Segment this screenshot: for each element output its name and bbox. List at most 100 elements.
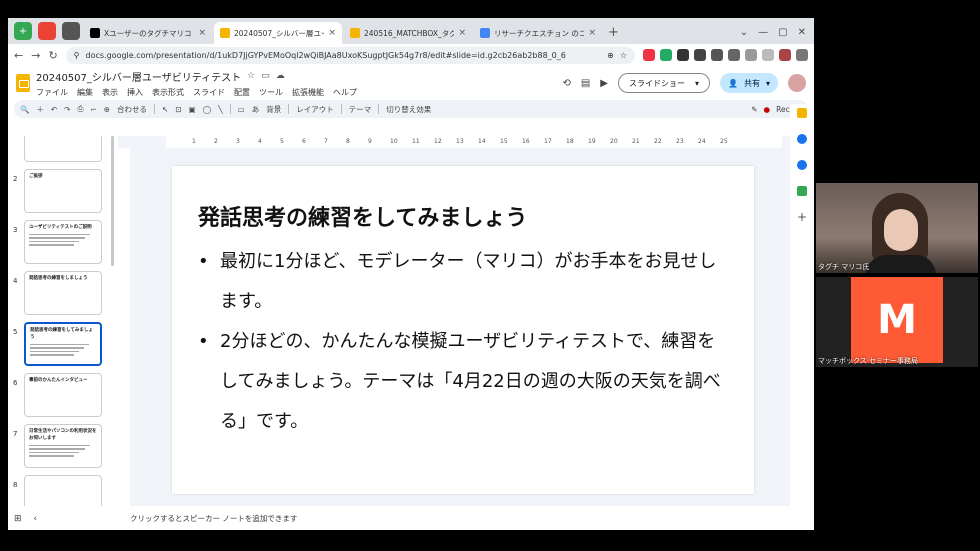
slideshow-button[interactable]: スライドショー ▾ xyxy=(618,73,711,93)
line-icon[interactable]: ╲ xyxy=(218,105,223,114)
pen-icon[interactable]: ✎ xyxy=(751,105,757,114)
undo-icon[interactable]: ↶ xyxy=(51,105,57,114)
maps-icon[interactable] xyxy=(797,186,807,196)
minimize-icon[interactable]: — xyxy=(758,27,768,38)
extension-icon[interactable] xyxy=(728,49,740,61)
menu-extensions[interactable]: 拡張機能 xyxy=(292,87,324,98)
rec-button[interactable]: Rec xyxy=(776,105,790,114)
slide-body[interactable]: 最初に1分ほど、モデレーター（マリコ）がお手本をお見せします。 2分ほどの、かん… xyxy=(198,242,728,442)
comment-icon[interactable]: ▭ xyxy=(238,105,245,114)
participant-video[interactable]: M マッチボックス セミナー事務局 xyxy=(816,277,978,367)
contacts-icon[interactable] xyxy=(797,160,807,170)
transition-button[interactable]: 切り替え効果 xyxy=(386,104,431,115)
speaker-notes[interactable]: クリックするとスピーカー ノートを追加できます xyxy=(118,506,794,530)
print-icon[interactable]: ⎙ xyxy=(77,104,83,114)
layout-button[interactable]: レイアウト xyxy=(296,104,334,115)
slides-logo-icon[interactable] xyxy=(16,74,30,92)
tab-research[interactable]: リサーチクエスチョン のコピー × xyxy=(474,22,602,44)
video-call-icon[interactable]: ▶ xyxy=(600,78,608,89)
site-info-icon[interactable]: ⚲ xyxy=(74,51,80,60)
keep-icon[interactable] xyxy=(797,108,807,118)
slide-thumbnail[interactable]: 事前のかんたんインタビュー xyxy=(24,373,102,417)
redo-icon[interactable]: ↷ xyxy=(64,105,70,114)
filmstrip-scrollbar[interactable] xyxy=(111,136,114,266)
reload-icon[interactable]: ↻ xyxy=(48,49,57,62)
bullet-item[interactable]: 最初に1分ほど、モデレーター（マリコ）がお手本をお見せします。 xyxy=(198,242,728,322)
slide-thumbnail[interactable]: ご挨拶 xyxy=(24,169,102,213)
menu-format[interactable]: 表示形式 xyxy=(152,87,184,98)
avatar[interactable] xyxy=(788,74,806,92)
slide-canvas[interactable]: 発話思考の練習をしてみましょう 最初に1分ほど、モデレーター（マリコ）がお手本を… xyxy=(172,166,754,494)
close-icon[interactable]: × xyxy=(328,28,336,38)
add-addon-icon[interactable]: + xyxy=(797,211,807,223)
new-tab-button[interactable]: + xyxy=(608,25,619,40)
grid-view-icon[interactable]: ⊞ xyxy=(14,514,22,524)
paint-format-icon[interactable]: ⌐ xyxy=(90,105,96,114)
tab-x[interactable]: Xユーザーのタグチマリコ | 日本 × xyxy=(84,22,212,44)
record-icon[interactable]: ● xyxy=(764,105,771,114)
forward-icon[interactable]: → xyxy=(31,49,40,62)
chevron-down-icon[interactable]: ⌄ xyxy=(740,27,748,38)
zoom-select[interactable]: 合わせる xyxy=(117,104,147,115)
close-window-icon[interactable]: ✕ xyxy=(798,27,806,38)
chevron-down-icon[interactable]: ▾ xyxy=(766,79,770,88)
slide-thumbnail[interactable] xyxy=(24,475,102,506)
menu-edit[interactable]: 編集 xyxy=(77,87,93,98)
cloud-status-icon[interactable]: ☁ xyxy=(276,71,285,81)
slide-thumbnail[interactable]: ユーザビリティテストのご説明 xyxy=(24,220,102,264)
bookmark-star-icon[interactable]: ☆ xyxy=(620,51,627,60)
install-icon[interactable]: ⊕ xyxy=(607,51,614,60)
extension-icon[interactable] xyxy=(677,49,689,61)
zoom-icon[interactable]: ⊕ xyxy=(104,105,110,114)
extension-icon[interactable] xyxy=(694,49,706,61)
textbox-icon[interactable]: ⊡ xyxy=(175,105,181,114)
background-button[interactable]: 背景 xyxy=(266,104,281,115)
history-icon[interactable]: ⟲ xyxy=(562,78,570,89)
menu-icon[interactable] xyxy=(796,49,808,61)
star-icon[interactable]: ☆ xyxy=(247,71,255,81)
slide-thumbnail[interactable]: ユーザビリティテスト xyxy=(24,136,102,162)
search-menus-icon[interactable]: 🔍 xyxy=(20,105,29,114)
bullet-item[interactable]: 2分ほどの、かんたんな模擬ユーザビリティテストで、練習をしてみましょう。テーマは… xyxy=(198,322,728,442)
slide-thumbnail[interactable]: 発話思考の練習をしましょう xyxy=(24,271,102,315)
slide-thumbnail[interactable]: 日常生活やパソコンの利用状況をお伺いします xyxy=(24,424,102,468)
theme-button[interactable]: テーマ xyxy=(349,104,372,115)
close-icon[interactable]: × xyxy=(198,28,206,38)
participant-video[interactable]: タグチ マリコ氏 xyxy=(816,183,978,273)
menu-insert[interactable]: 挿入 xyxy=(127,87,143,98)
shape-icon[interactable]: ◯ xyxy=(203,105,211,114)
menu-tools[interactable]: ツール xyxy=(259,87,283,98)
new-slide-icon[interactable]: ＋ xyxy=(36,104,44,115)
pinned-tab-icon[interactable] xyxy=(38,22,56,40)
tab-matchbox[interactable]: 240516_MATCHBOX_タグチ × xyxy=(344,22,472,44)
sidebar-icon[interactable] xyxy=(762,49,774,61)
close-icon[interactable]: × xyxy=(458,28,466,38)
puzzle-icon[interactable] xyxy=(745,49,757,61)
address-bar[interactable]: ⚲ docs.google.com/presentation/d/1ukD7Jj… xyxy=(65,46,635,64)
menu-file[interactable]: ファイル xyxy=(36,87,68,98)
move-folder-icon[interactable]: ▭ xyxy=(261,71,270,81)
menu-slide[interactable]: スライド xyxy=(193,87,225,98)
extension-icon[interactable] xyxy=(660,49,672,61)
back-icon[interactable]: ← xyxy=(14,49,23,62)
tab-slides[interactable]: 20240507_シルバー層ユーザビ × xyxy=(214,22,342,44)
chevron-down-icon[interactable]: ▾ xyxy=(695,79,699,88)
extension-icon[interactable] xyxy=(643,49,655,61)
close-icon[interactable]: × xyxy=(588,28,596,38)
github-pinned-tab-icon[interactable] xyxy=(62,22,80,40)
comments-icon[interactable]: ▤ xyxy=(581,78,590,89)
collapse-icon[interactable]: ‹ xyxy=(34,514,38,524)
profile-icon[interactable] xyxy=(779,49,791,61)
menu-view[interactable]: 表示 xyxy=(102,87,118,98)
share-button[interactable]: 👤 共有 ▾ xyxy=(720,73,778,93)
text-style-icon[interactable]: あ xyxy=(252,104,260,115)
tasks-icon[interactable] xyxy=(797,134,807,144)
menu-arrange[interactable]: 配置 xyxy=(234,87,250,98)
extension-icon[interactable] xyxy=(711,49,723,61)
select-icon[interactable]: ↖ xyxy=(162,105,168,114)
document-title[interactable]: 20240507_シルバー層ユーザビリティテスト xyxy=(36,69,241,84)
slide-title[interactable]: 発話思考の練習をしてみましょう xyxy=(198,200,527,232)
image-icon[interactable]: ▣ xyxy=(189,105,196,114)
sheets-pinned-tab-icon[interactable]: + xyxy=(14,22,32,40)
slide-thumbnail[interactable]: 発話思考の練習をしてみましょう xyxy=(24,322,102,366)
